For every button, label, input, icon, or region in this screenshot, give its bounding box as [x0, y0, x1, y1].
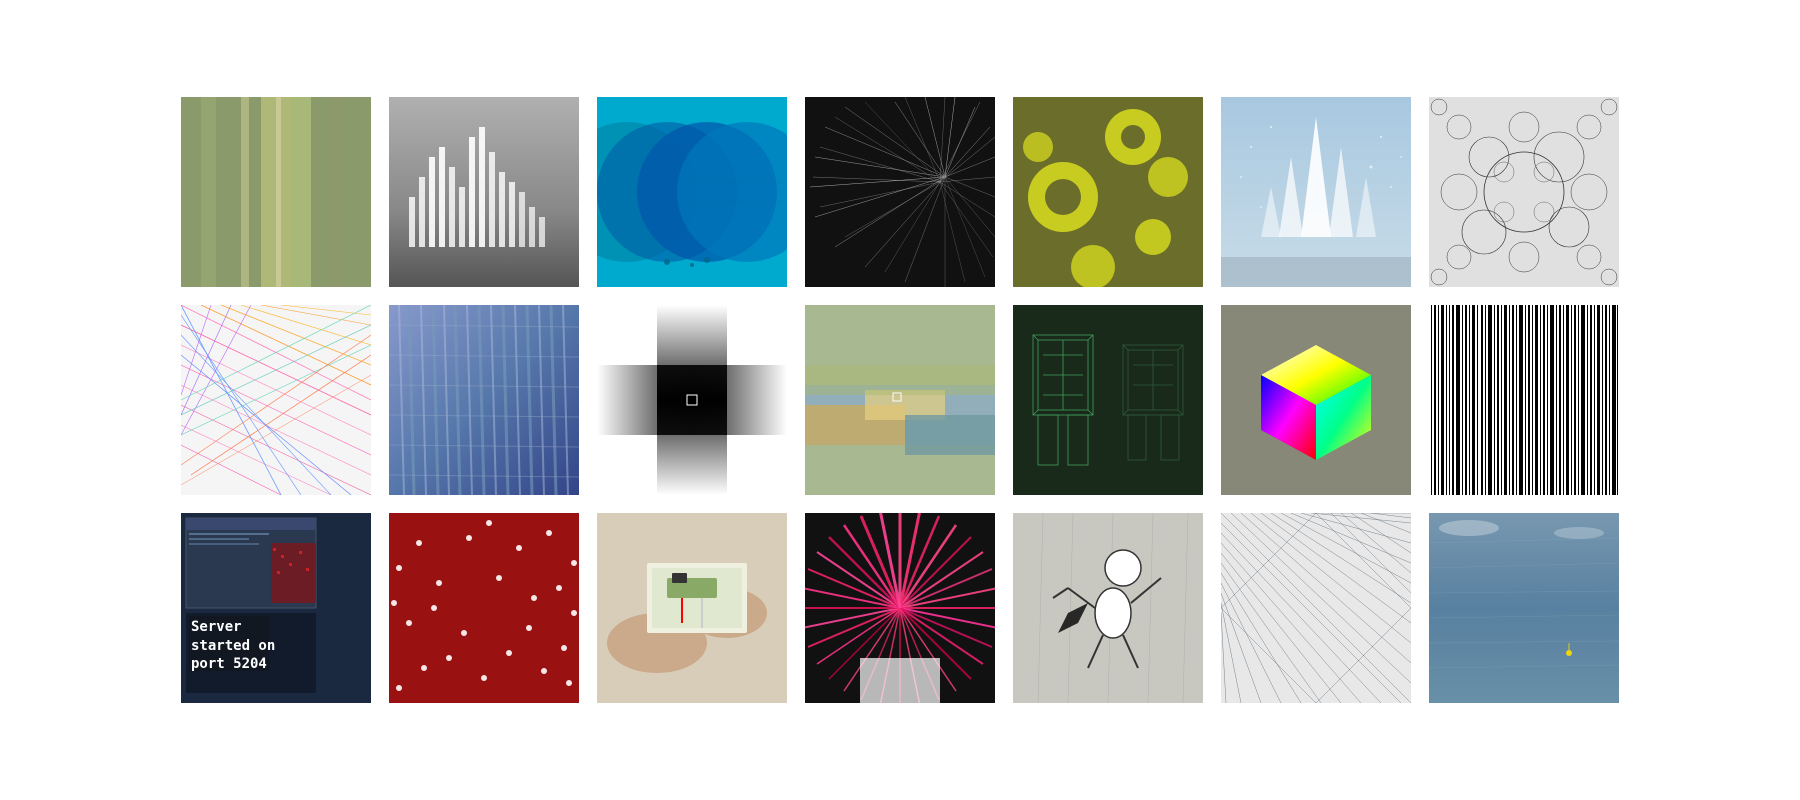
cell-bubble-circles[interactable]: [1429, 97, 1619, 287]
cell-figure-drawing[interactable]: [1013, 513, 1203, 703]
cell-3d-bars[interactable]: [389, 97, 579, 287]
cell-gradient-cross[interactable]: [597, 305, 787, 495]
cell-circles-olive[interactable]: [1013, 97, 1203, 287]
cell-barcode[interactable]: [1429, 305, 1619, 495]
cell-aerial-photo[interactable]: [805, 305, 995, 495]
cell-network-drawing[interactable]: [1221, 513, 1411, 703]
cell-ocean-aerial[interactable]: [1429, 513, 1619, 703]
cell-string-art[interactable]: [181, 305, 371, 495]
cell-server-screenshot[interactable]: Server started on port 5204: [181, 513, 371, 703]
cell-crystal-spires[interactable]: [1221, 97, 1411, 287]
cell-electronics[interactable]: [597, 513, 787, 703]
cell-rgb-cube[interactable]: [1221, 305, 1411, 495]
cell-wireframe-figures[interactable]: [1013, 305, 1203, 495]
cell-color-bands[interactable]: [181, 97, 371, 287]
image-grid: Server started on port 5204: [161, 77, 1639, 723]
cell-blue-circles[interactable]: [597, 97, 787, 287]
cell-red-dots[interactable]: [389, 513, 579, 703]
cell-radial-burst[interactable]: [805, 513, 995, 703]
server-text: Server started on port 5204: [191, 618, 275, 673]
cell-fiber-burst[interactable]: [805, 97, 995, 287]
cell-interference[interactable]: [389, 305, 579, 495]
